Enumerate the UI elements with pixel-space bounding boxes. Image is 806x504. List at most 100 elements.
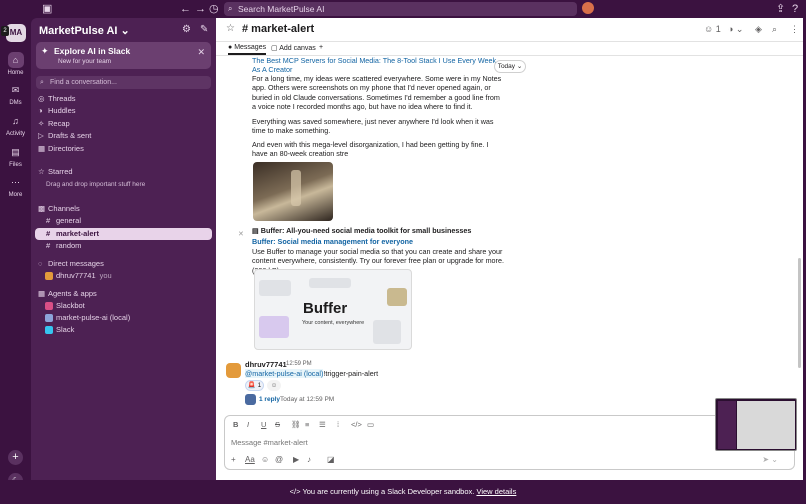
bold-icon[interactable]: B	[233, 420, 238, 429]
title-bar: ▣ ← → ◷ ⌕ Search MarketPulse AI ⇪ ?	[0, 0, 806, 18]
sidebar-item-threads[interactable]: ◎ Threads	[35, 93, 212, 105]
remove-unfurl-icon[interactable]: ✕	[238, 229, 244, 238]
sidebar: MarketPulse AI ⌄ ⚙ ✎ ✦ Explore AI in Sla…	[31, 18, 216, 480]
huddle-headphones-icon[interactable]: ◑ ⌄	[728, 24, 743, 35]
star-icon[interactable]: ☆	[226, 23, 235, 34]
link-title[interactable]: The Best MCP Servers for Social Media: T…	[252, 56, 497, 75]
help-icon[interactable]: ?	[792, 2, 798, 16]
formatting-toggle-icon[interactable]: Aa	[245, 455, 255, 464]
buffer-preview-image[interactable]: Buffer Your content, everywhere	[254, 269, 412, 350]
sidebar-item-slackbot[interactable]: Slackbot	[35, 300, 212, 312]
message-time[interactable]: 12:59 PM	[286, 361, 312, 367]
tab-add-canvas[interactable]: ▢ Add canvas	[271, 44, 316, 52]
workspace-switcher[interactable]: MA	[6, 24, 26, 42]
scrollbar[interactable]	[798, 258, 801, 368]
starred-hint: Drag and drop important stuff here	[46, 181, 146, 188]
close-icon[interactable]: ✕	[197, 47, 205, 58]
back-arrow-icon[interactable]: ←	[180, 2, 191, 16]
screen-share-preview[interactable]	[715, 398, 797, 451]
kebab-menu-icon[interactable]: ⋮	[790, 24, 799, 35]
channel-view: ☆ # market-alert ☺ 1 ◑ ⌄ ◈ ⌕ ⋮ ● Message…	[216, 18, 803, 480]
thread-replies-link[interactable]: 1 reply	[259, 396, 280, 403]
sidebar-item-dm-self[interactable]: dhruv77741 you	[35, 270, 212, 282]
headphones-icon: ◑	[38, 106, 43, 115]
sidebar-item-slack[interactable]: Slack	[35, 324, 212, 336]
mention-icon[interactable]: @	[275, 455, 283, 464]
rail-dms[interactable]: ✉ DMs	[0, 82, 31, 106]
strikethrough-icon[interactable]: S	[275, 420, 280, 429]
unfurl-title-link[interactable]: Buffer: Social media management for ever…	[252, 237, 532, 246]
find-conversation-input[interactable]: ⌕ Find a conversation...	[36, 76, 211, 89]
date-divider-today[interactable]: Today ⌄	[494, 60, 526, 73]
sidebar-item-general[interactable]: # general	[35, 215, 212, 227]
user-mention[interactable]: @market-pulse-ai (local)	[245, 369, 324, 378]
rail-files[interactable]: ▤ Files	[0, 144, 31, 168]
members-button[interactable]: ☺ 1	[704, 24, 721, 34]
ordered-list-icon[interactable]: ≡	[305, 420, 309, 429]
channel-title[interactable]: # market-alert	[242, 23, 314, 35]
add-workspace-button[interactable]: +	[8, 450, 23, 465]
sidebar-item-recap[interactable]: ✧ Recap	[35, 118, 212, 130]
avatar	[245, 394, 256, 405]
sidebar-toggle-icon[interactable]: ▣	[42, 2, 52, 16]
workspace-rail: MA 2 ⌂ Home ✉ DMs ♫ Activity ▤ Files ⋯ M…	[0, 18, 31, 504]
link-icon[interactable]: ⛓	[291, 420, 301, 429]
share-icon[interactable]: ⇪	[776, 2, 785, 16]
search-icon[interactable]: ⌕	[772, 24, 777, 35]
sidebar-section-channels[interactable]: ▩ Channels	[35, 203, 212, 215]
view-details-link[interactable]: View details	[476, 487, 516, 496]
star-icon: ☆	[38, 167, 45, 176]
sidebar-item-drafts[interactable]: ▷ Drafts & sent	[35, 130, 212, 142]
add-reaction-icon[interactable]: ☺	[267, 380, 281, 391]
underline-icon[interactable]: U	[261, 420, 266, 429]
rail-activity[interactable]: ♫ Activity	[0, 113, 31, 137]
emoji-icon[interactable]: ☺	[261, 455, 269, 464]
sidebar-section-starred[interactable]: ☆ Starred	[35, 166, 212, 178]
message-input[interactable]	[231, 436, 691, 448]
sidebar-item-market-pulse-ai[interactable]: market-pulse-ai (local)	[35, 312, 212, 324]
rail-more[interactable]: ⋯ More	[0, 174, 31, 198]
sidebar-section-apps[interactable]: ▦ Agents & apps	[35, 288, 212, 300]
history-icon[interactable]: ◷	[209, 2, 219, 16]
compose-icon[interactable]: ✎	[200, 24, 208, 35]
microphone-icon[interactable]: ♪	[307, 455, 311, 464]
reaction-pill[interactable]: 🚨 1	[245, 380, 264, 391]
tab-messages[interactable]: ● Messages	[228, 44, 267, 55]
bulleted-list-icon[interactable]: ☰	[319, 420, 326, 429]
video-icon[interactable]: ▶	[293, 455, 299, 464]
numbered-list-icon[interactable]: ⁞	[337, 420, 339, 429]
code-block-icon[interactable]: ▭	[367, 420, 374, 429]
gear-icon[interactable]: ⚙	[182, 24, 191, 35]
send-button[interactable]: ➤ ⌄	[762, 455, 778, 464]
search-input[interactable]: ⌕ Search MarketPulse AI	[224, 2, 577, 16]
send-icon: ▷	[38, 131, 44, 140]
avatar[interactable]	[582, 2, 594, 14]
sidebar-item-random[interactable]: # random	[35, 240, 212, 252]
slack-logo-icon	[45, 326, 53, 334]
italic-icon[interactable]: I	[247, 420, 249, 429]
ai-promo-card[interactable]: ✦ Explore AI in Slack New for your team …	[36, 42, 211, 69]
sidebar-item-market-alert[interactable]: # market-alert	[35, 228, 212, 240]
message-sender[interactable]: dhruv77741	[245, 360, 287, 369]
rail-home[interactable]: ⌂ Home	[0, 52, 31, 76]
hash-icon: #	[46, 229, 51, 238]
buffer-tagline: Your content, everywhere	[302, 320, 365, 326]
notifications-icon[interactable]: ◈	[755, 24, 762, 35]
channel-header: ☆ # market-alert ☺ 1 ◑ ⌄ ◈ ⌕ ⋮	[216, 18, 803, 42]
workspace-name[interactable]: MarketPulse AI ⌄	[39, 24, 130, 37]
shortcuts-icon[interactable]: ◪	[327, 455, 335, 464]
dms-icon: ✉	[11, 85, 20, 95]
code-icon[interactable]: </>	[351, 420, 362, 429]
code-icon: </>	[289, 487, 301, 496]
attach-plus-icon[interactable]: +	[231, 455, 236, 464]
add-tab-button[interactable]: +	[319, 44, 323, 51]
message-body: @market-pulse-ai (local)!trigger-pain-al…	[245, 369, 379, 378]
avatar[interactable]	[226, 363, 241, 378]
sidebar-section-dms[interactable]: ◌ Direct messages	[35, 258, 212, 270]
bot-icon	[45, 314, 53, 322]
article-image[interactable]	[253, 162, 333, 221]
sidebar-item-directories[interactable]: ▦ Directories	[35, 143, 212, 155]
forward-arrow-icon[interactable]: →	[195, 2, 206, 16]
message-paragraph: Everything was saved somewhere, just nev…	[252, 117, 494, 136]
sidebar-item-huddles[interactable]: ◑ Huddles	[35, 105, 212, 117]
